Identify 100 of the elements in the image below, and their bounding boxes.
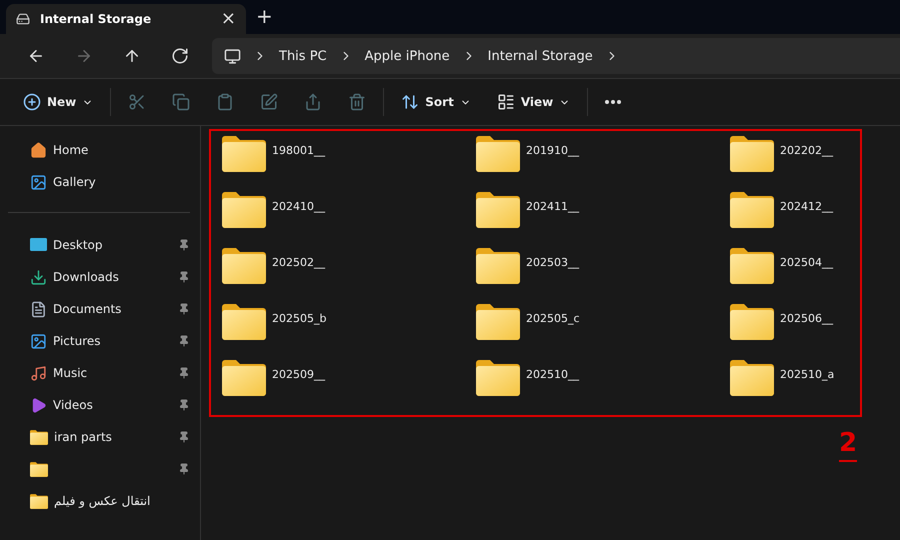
home-icon xyxy=(30,142,47,158)
tab-title: Internal Storage xyxy=(40,12,152,26)
folder-icon xyxy=(730,304,774,340)
folder-item[interactable]: 202202__ xyxy=(730,136,900,192)
breadcrumb-item[interactable]: Apple iPhone xyxy=(364,48,450,64)
folder-item[interactable]: 198001__ xyxy=(222,136,476,192)
folder-icon xyxy=(476,192,520,228)
folder-name: 201910__ xyxy=(526,144,579,157)
breadcrumb-item[interactable]: Internal Storage xyxy=(488,48,593,64)
sidebar-item[interactable]: Pictures xyxy=(0,325,200,357)
sort-button[interactable]: Sort xyxy=(388,86,484,118)
sidebar-label: iran parts xyxy=(54,430,113,444)
folder-item[interactable]: 202412__ xyxy=(730,192,900,248)
folder-name: 202502__ xyxy=(272,256,325,269)
folder-icon xyxy=(730,136,774,172)
folder-name: 202505_c xyxy=(526,312,580,325)
folder-item[interactable]: 202504__ xyxy=(730,248,900,304)
close-button[interactable]: × xyxy=(220,10,236,28)
folder-name: 202410__ xyxy=(272,200,325,213)
folder-item[interactable]: 202411__ xyxy=(476,192,730,248)
sidebar-label: Gallery xyxy=(53,175,97,189)
sidebar-label: Videos xyxy=(53,398,94,412)
folder-icon xyxy=(476,136,520,172)
folder-icon xyxy=(30,494,48,508)
folder-icon xyxy=(730,192,774,228)
folder-icon xyxy=(222,192,266,228)
folder-icon xyxy=(730,248,774,284)
picture-icon xyxy=(30,174,47,190)
tab[interactable]: Internal Storage × xyxy=(6,4,246,34)
folder-name: 202411__ xyxy=(526,200,579,213)
folder-icon xyxy=(730,360,774,396)
music-icon xyxy=(30,364,47,382)
clipboard-icon xyxy=(216,93,234,111)
folder-icon xyxy=(222,304,266,340)
folder-item[interactable]: 202505_b xyxy=(222,304,476,360)
folder-icon xyxy=(222,360,266,396)
sidebar-item[interactable]: Home xyxy=(0,134,200,166)
folder-icon xyxy=(222,136,266,172)
download-icon xyxy=(30,268,47,286)
breadcrumb-item[interactable]: This PC xyxy=(279,48,327,64)
folder-item[interactable]: 202510_a xyxy=(730,360,900,416)
sidebar-item[interactable]: Documents xyxy=(0,293,200,325)
copy-icon xyxy=(172,93,190,111)
video-icon xyxy=(30,396,47,414)
share-icon xyxy=(304,93,322,111)
list-icon xyxy=(496,93,515,111)
folder-icon xyxy=(476,248,520,284)
sort-icon xyxy=(401,93,420,111)
folder-icon xyxy=(30,462,48,476)
folder-icon xyxy=(222,248,266,284)
step-number: 2 xyxy=(839,428,858,462)
sidebar-item[interactable]: Videos xyxy=(0,389,200,421)
new-button[interactable]: New xyxy=(10,86,106,118)
new-tab-button[interactable]: + xyxy=(256,6,273,34)
folder-item[interactable]: 202505_c xyxy=(476,304,730,360)
folder-name: 202510_a xyxy=(780,368,834,381)
trash-icon xyxy=(348,93,366,111)
folder-item[interactable]: 202410__ xyxy=(222,192,476,248)
button-label: View xyxy=(520,95,554,109)
document-icon xyxy=(30,300,47,318)
plus-circle-icon xyxy=(23,93,41,111)
sidebar-item[interactable]: Desktop xyxy=(0,229,200,261)
desktop-icon xyxy=(30,238,47,252)
folder-name: 202506__ xyxy=(780,312,833,325)
folder-icon xyxy=(30,430,48,444)
sidebar-item[interactable]: iran parts xyxy=(0,421,200,453)
folder-item[interactable]: 202509__ xyxy=(222,360,476,416)
address-bar[interactable]: This PC Apple iPhone Internal Storage xyxy=(212,38,900,74)
sidebar-item[interactable]: انتقال عکس و فیلم xyxy=(0,485,200,517)
scissors-icon xyxy=(128,93,146,111)
folder-item[interactable]: 202510__ xyxy=(476,360,730,416)
folder-icon xyxy=(476,304,520,340)
folder-item[interactable]: 201910__ xyxy=(476,136,730,192)
sidebar-label: انتقال عکس و فیلم xyxy=(54,494,152,508)
folder-name: 202509__ xyxy=(272,368,325,381)
sidebar-label: Desktop xyxy=(53,238,104,252)
folder-item[interactable]: 202503__ xyxy=(476,248,730,304)
sidebar-item[interactable]: Gallery xyxy=(0,166,200,198)
folder-name: 202202__ xyxy=(780,144,833,157)
forward-arrow-icon xyxy=(75,47,93,65)
folder-item[interactable]: 202502__ xyxy=(222,248,476,304)
drive-icon xyxy=(16,12,30,26)
picture-icon xyxy=(30,332,47,350)
sidebar-item[interactable]: Downloads xyxy=(0,261,200,293)
view-button[interactable]: View xyxy=(484,86,584,118)
sidebar-item[interactable]: Music xyxy=(0,357,200,389)
folder-item[interactable]: 202506__ xyxy=(730,304,900,360)
sidebar-label: Pictures xyxy=(53,334,102,348)
monitor-icon xyxy=(224,48,241,64)
sidebar-label: Home xyxy=(53,143,90,157)
button-label: Sort xyxy=(425,95,454,109)
folder-name: 202504__ xyxy=(780,256,833,269)
button-label: New xyxy=(47,95,76,109)
folder-name: 202412__ xyxy=(780,200,833,213)
rename-icon xyxy=(260,93,278,111)
more-icon xyxy=(605,100,622,104)
sidebar-label: Downloads xyxy=(53,270,120,284)
folder-name: 202503__ xyxy=(526,256,579,269)
folder-name: 198001__ xyxy=(272,144,325,157)
folder-name: 202505_b xyxy=(272,312,326,325)
